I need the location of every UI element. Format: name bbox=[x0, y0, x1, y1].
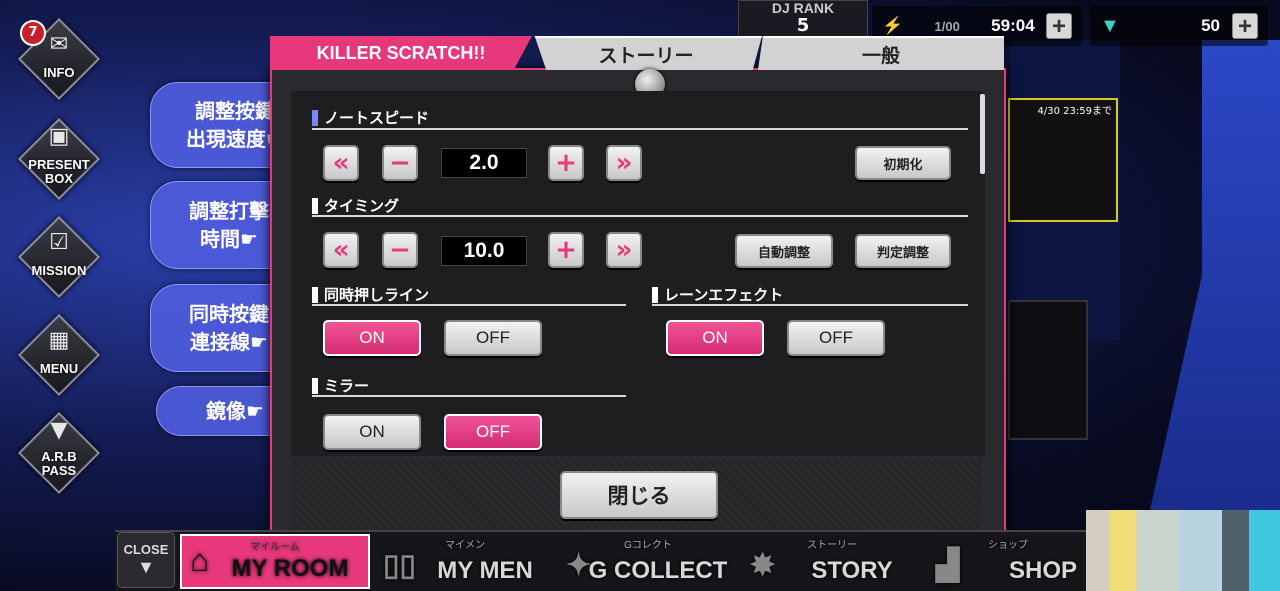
star-icon: ✦ bbox=[566, 549, 592, 582]
sidebar-item-mission[interactable]: ☑ MISSION bbox=[17, 215, 101, 299]
nav-my-men-label: MY MEN bbox=[437, 557, 533, 584]
diamond-frame bbox=[17, 313, 101, 397]
nav-g-collect-label: G COLLECT bbox=[588, 557, 728, 584]
background-stripe bbox=[1150, 40, 1280, 510]
sidebar-label-present: PRESENT BOX bbox=[28, 157, 90, 186]
divider bbox=[312, 128, 968, 130]
note-speed-reset-button[interactable]: 初期化 bbox=[855, 146, 951, 180]
simultaneous-line-off-button[interactable]: OFF bbox=[444, 320, 542, 356]
timing-fast-increase-button[interactable]: » bbox=[606, 232, 642, 268]
note-speed-title: ノートスピード bbox=[312, 108, 429, 128]
timer-value: 59:04 bbox=[991, 16, 1035, 35]
note-speed-fast-decrease-button[interactable]: « bbox=[323, 145, 359, 181]
nav-my-men-sub: マイメン bbox=[445, 540, 485, 551]
mirror-off-button[interactable]: OFF bbox=[444, 414, 542, 450]
divider bbox=[652, 304, 968, 306]
nav-g-collect-sub: Gコレクト bbox=[624, 540, 672, 551]
timing-increase-button[interactable]: + bbox=[548, 232, 584, 268]
divider bbox=[312, 304, 626, 306]
timing-title: タイミング bbox=[312, 196, 399, 216]
nav-shop-sub: ショップ bbox=[988, 540, 1028, 551]
lane-effect-title: レーンエフェクト bbox=[652, 285, 783, 305]
nav-shop-label: SHOP bbox=[1008, 557, 1077, 584]
lane-effect-off-button[interactable]: OFF bbox=[787, 320, 885, 356]
burst-icon: ✸ bbox=[750, 549, 776, 582]
blurred-region bbox=[1086, 510, 1280, 591]
note-speed-fast-increase-button[interactable]: » bbox=[606, 145, 642, 181]
timing-judge-adjust-button[interactable]: 判定調整 bbox=[855, 234, 951, 268]
nav-g-collect[interactable]: ✦ Gコレクト G COLLECT bbox=[558, 534, 738, 589]
sidebar-label-menu: MENU bbox=[39, 361, 79, 376]
simultaneous-line-on-button[interactable]: ON bbox=[323, 320, 421, 356]
mirror-on-button[interactable]: ON bbox=[323, 414, 421, 450]
gem-box: ▼ 50 + bbox=[1090, 6, 1268, 46]
sidebar-label-mission: MISSION bbox=[31, 263, 87, 278]
timing-auto-adjust-button[interactable]: 自動調整 bbox=[735, 234, 833, 268]
scrollbar-thumb[interactable] bbox=[980, 94, 985, 174]
close-settings-button[interactable]: 閉じる bbox=[560, 471, 718, 519]
nav-story-sub: ストーリー bbox=[807, 540, 857, 551]
add-gems-button[interactable]: + bbox=[1232, 13, 1258, 40]
nav-story[interactable]: ✸ ストーリー STORY bbox=[742, 534, 922, 589]
grid-icon: ▦ bbox=[48, 328, 70, 353]
tab-general[interactable]: 一般 bbox=[758, 36, 1004, 70]
tab-killer-scratch[interactable]: KILLER SCRATCH!! bbox=[270, 36, 532, 70]
sidebar-item-menu[interactable]: ▦ MENU bbox=[17, 313, 101, 397]
promo-date: 4/30 23:59まで bbox=[1037, 106, 1112, 117]
lightning-icon: ⚡ bbox=[882, 16, 904, 35]
dj-rank-box: DJ RANK 5 bbox=[738, 0, 868, 38]
timing-value: 10.0 bbox=[441, 236, 527, 266]
sidebar-item-present-box[interactable]: ▣ PRESENT BOX bbox=[17, 117, 101, 201]
gem-icon: ▼ bbox=[1100, 14, 1120, 37]
timing-decrease-button[interactable]: − bbox=[382, 232, 418, 268]
nav-story-label: STORY bbox=[811, 557, 893, 584]
simultaneous-line-title: 同時押しライン bbox=[312, 285, 429, 305]
nav-my-men[interactable]: ▯▯ マイメン MY MEN bbox=[375, 534, 555, 589]
dj-rank-value: 5 bbox=[796, 15, 810, 36]
sidebar-item-arb-pass[interactable]: ▼ A.R.B PASS bbox=[17, 411, 101, 495]
close-nav-button[interactable]: CLOSE ▼ bbox=[117, 532, 175, 588]
divider bbox=[312, 215, 968, 217]
note-speed-decrease-button[interactable]: − bbox=[382, 145, 418, 181]
timing-fast-decrease-button[interactable]: « bbox=[323, 232, 359, 268]
diamond-frame bbox=[17, 215, 101, 299]
tab-story[interactable]: ストーリー bbox=[534, 36, 762, 70]
stamina-value: 1/00 bbox=[934, 18, 960, 34]
sidebar-label-info: INFO bbox=[43, 65, 75, 80]
cards-icon: ▯▯ bbox=[383, 549, 417, 582]
lane-effect-on-button[interactable]: ON bbox=[666, 320, 764, 356]
promo-banner[interactable]: 4/30 23:59まで bbox=[1008, 98, 1118, 222]
close-nav-label: CLOSE bbox=[123, 542, 169, 557]
note-speed-increase-button[interactable]: + bbox=[548, 145, 584, 181]
bag-icon: ▟ bbox=[936, 549, 960, 582]
notification-badge: 7 bbox=[20, 20, 46, 46]
sidebar-label-arb: A.R.B PASS bbox=[41, 449, 77, 478]
divider bbox=[312, 395, 626, 397]
note-speed-value: 2.0 bbox=[441, 148, 527, 178]
add-stamina-button[interactable]: + bbox=[1046, 13, 1072, 40]
mirror-title: ミラー bbox=[312, 376, 369, 396]
triangle-down-icon: ▼ bbox=[137, 557, 155, 577]
nav-shop[interactable]: ▟ ショップ SHOP bbox=[928, 534, 1088, 589]
dj-rank-label: DJ RANK bbox=[771, 0, 835, 16]
nav-my-room[interactable]: ⌂ マイルーム MY ROOM bbox=[180, 534, 370, 589]
ticket-icon: ▼ bbox=[50, 418, 68, 443]
promo-poster bbox=[1008, 300, 1088, 440]
check-icon: ☑ bbox=[49, 230, 69, 255]
nav-my-room-sub: マイルーム bbox=[250, 542, 300, 553]
nav-my-room-label: MY ROOM bbox=[231, 555, 349, 582]
gift-icon: ▣ bbox=[48, 124, 70, 149]
gem-value: 50 bbox=[1201, 16, 1220, 35]
